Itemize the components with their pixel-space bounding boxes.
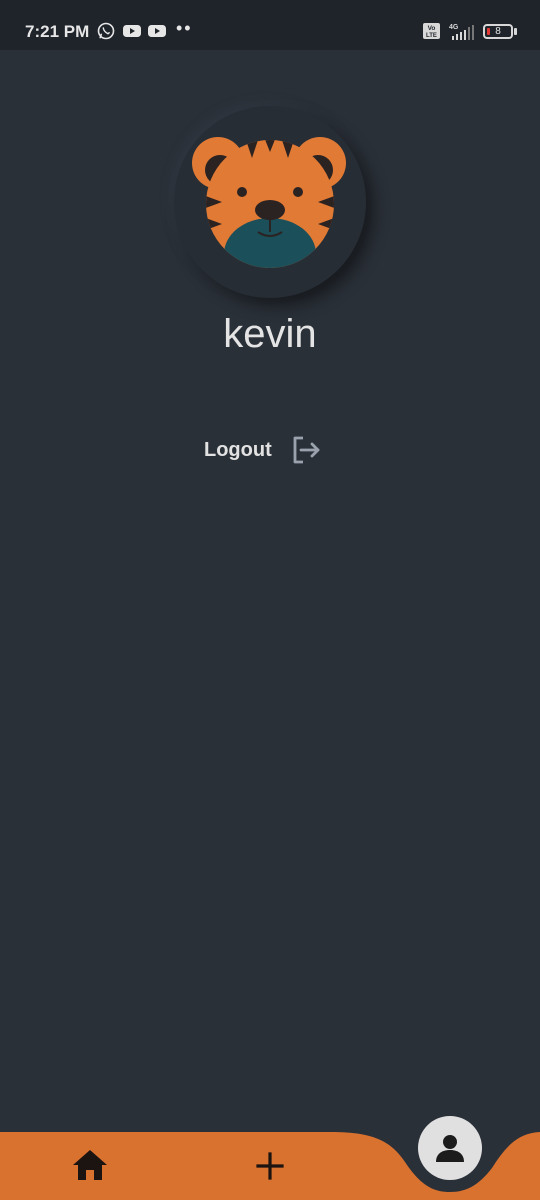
battery-icon: 8 <box>483 24 513 39</box>
nav-home-button[interactable] <box>72 1148 108 1182</box>
youtube-icon <box>148 25 166 37</box>
person-icon <box>436 1135 464 1162</box>
username: kevin <box>223 312 317 356</box>
youtube-icon <box>123 25 141 37</box>
status-bar: 7:21 PM •• Vo LTE 4G 8 <box>0 0 540 50</box>
signal-icon: 4G <box>449 24 474 40</box>
network-type-label: 4G <box>449 24 459 31</box>
logout-button[interactable]: Logout <box>196 430 322 470</box>
whatsapp-icon <box>97 22 115 40</box>
volte-icon: Vo LTE <box>423 23 440 39</box>
svg-text:Vo: Vo <box>428 25 436 32</box>
svg-text:LTE: LTE <box>426 33 437 39</box>
profile-screen: 7:21 PM •• Vo LTE 4G 8 kevin Logout <box>0 0 540 1200</box>
battery-level: 8 <box>495 26 501 37</box>
logout-icon <box>293 436 320 464</box>
nav-add-button[interactable] <box>256 1152 284 1180</box>
home-icon <box>73 1150 107 1180</box>
nav-profile-button[interactable] <box>418 1116 482 1180</box>
status-time: 7:21 PM <box>25 22 90 41</box>
plus-icon <box>256 1152 284 1180</box>
battery-tip <box>514 28 517 35</box>
tiger-avatar-icon <box>192 137 346 268</box>
logout-label: Logout <box>204 438 272 461</box>
more-notifications-icon: •• <box>176 18 193 38</box>
